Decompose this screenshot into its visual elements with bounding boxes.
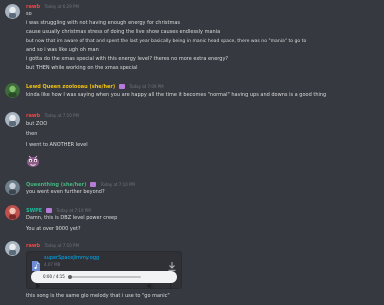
player-time: 0:00 / 4:15 bbox=[43, 274, 65, 279]
timestamp: Today at 7:09 PM bbox=[129, 84, 164, 89]
message-text: i gotta do the xmas special with this en… bbox=[26, 56, 229, 62]
message-text: but THEN while working on the xmas speci… bbox=[26, 65, 138, 71]
seek-bar[interactable] bbox=[68, 275, 141, 279]
message-text: then bbox=[26, 131, 38, 137]
message-text: I went to ANOTHER level bbox=[26, 142, 88, 148]
volume-icon[interactable] bbox=[147, 274, 154, 289]
message-header: rawb Today at 7:10 PM bbox=[26, 112, 79, 120]
audio-file-icon bbox=[32, 256, 40, 271]
timestamp: Today at 7:10 PM bbox=[44, 243, 79, 248]
play-icon[interactable] bbox=[35, 274, 41, 289]
avatar[interactable] bbox=[5, 4, 20, 19]
username[interactable]: rawb bbox=[26, 4, 40, 10]
seek-handle[interactable] bbox=[68, 275, 72, 279]
message-header: Lewd Queen zoolooau (she/her) Today at 7… bbox=[26, 83, 164, 91]
role-badge-icon bbox=[90, 182, 97, 187]
username[interactable]: rawb bbox=[26, 243, 40, 249]
message-text: kinda like how I was saying when you are… bbox=[26, 92, 327, 98]
username[interactable]: Lewd Queen zoolooau (she/her) bbox=[26, 84, 115, 90]
audio-attachment: superSpaceJimmy.ogg 4.07 MB 0:00 / 4:15 bbox=[26, 251, 182, 289]
message-header: Queenthing (she/her) Today at 7:10 PM bbox=[26, 181, 135, 189]
more-options-icon[interactable] bbox=[169, 274, 172, 289]
avatar[interactable] bbox=[5, 83, 20, 98]
message-header: rawb Today at 7:10 PM bbox=[26, 242, 79, 250]
message-text: Damn, this is DBZ level power creep bbox=[26, 215, 118, 221]
username[interactable]: Queenthing (she/her) bbox=[26, 182, 86, 188]
timestamp: Today at 7:10 PM bbox=[44, 113, 79, 118]
message-text: but now that im aware of that and spent … bbox=[26, 39, 307, 44]
avatar[interactable] bbox=[5, 241, 20, 256]
message-text: but ZOO bbox=[26, 121, 48, 127]
audio-player[interactable]: 0:00 / 4:15 bbox=[31, 271, 177, 289]
message-text: cause usually christmas stress of doing … bbox=[26, 29, 221, 35]
message-header: rawb Today at 6:29 PM bbox=[26, 3, 79, 11]
message-text: and so i was like ugh oh man bbox=[26, 47, 99, 53]
download-icon[interactable] bbox=[168, 256, 176, 271]
message-text: you went even further beyond? bbox=[26, 189, 105, 195]
message-text: this song is the same glo melody that i … bbox=[26, 293, 170, 299]
attachment-filesize: 4.07 MB bbox=[44, 262, 61, 267]
message-header: SWPE Today at 7:10 PM bbox=[26, 207, 91, 215]
timestamp: Today at 6:29 PM bbox=[44, 4, 79, 9]
attachment-filename[interactable]: superSpaceJimmy.ogg bbox=[44, 255, 99, 261]
timestamp: Today at 7:10 PM bbox=[56, 208, 91, 213]
role-badge-icon bbox=[45, 208, 52, 213]
sticker-emoji[interactable] bbox=[26, 153, 40, 167]
avatar[interactable] bbox=[5, 205, 20, 220]
avatar[interactable] bbox=[5, 112, 20, 127]
timestamp: Today at 7:10 PM bbox=[100, 182, 135, 187]
message-text: i was struggling with not having enough … bbox=[26, 20, 181, 26]
role-badge-icon bbox=[118, 84, 125, 89]
message-text: so bbox=[26, 11, 32, 17]
message-text: You at over 9000 yet? bbox=[26, 226, 81, 232]
username[interactable]: SWPE bbox=[26, 208, 42, 214]
avatar[interactable] bbox=[5, 180, 20, 195]
username[interactable]: rawb bbox=[26, 113, 40, 119]
